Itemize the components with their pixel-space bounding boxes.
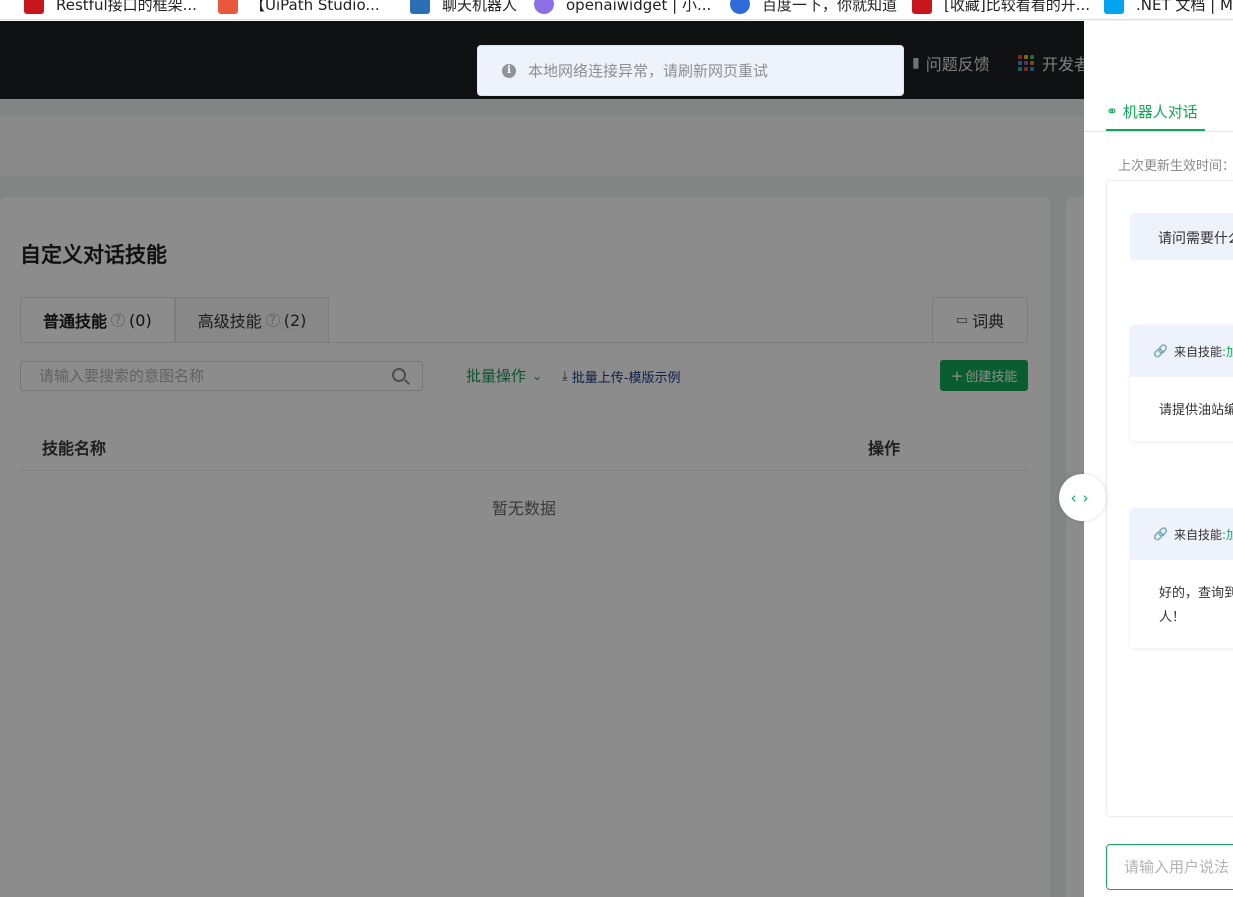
bookmark-item[interactable]: [收藏]比较看看的开...	[912, 0, 1090, 15]
bookmark-item[interactable]: .NET 文档 | Mi	[1104, 0, 1233, 15]
message-body: 好的，查询到 人！	[1159, 586, 1233, 625]
bookmark-item[interactable]: 【UiPath Studio...	[218, 0, 380, 15]
message-body: 请提供油站编	[1159, 403, 1233, 418]
link-icon: 🔗	[1153, 527, 1168, 541]
info-icon: i	[502, 63, 516, 78]
bookmark-favicon-icon	[1104, 0, 1124, 14]
utterance-input[interactable]	[1107, 845, 1233, 889]
bookmarks-bar: Restful接口的框架... 【UiPath Studio... 聊天机器人 …	[0, 0, 1233, 20]
link-icon: 🔗	[1153, 344, 1168, 358]
bookmark-item[interactable]: openaiwidget | 小...	[534, 0, 711, 15]
chat-window[interactable]: 请问需要什么 🔗 来自技能 :加 请提供油站编 🔗 来自技能 :加 好的，查询到…	[1106, 180, 1233, 817]
bookmark-favicon-icon	[730, 0, 750, 14]
drawer-toggle-button[interactable]: ‹›	[1059, 474, 1106, 521]
user-utterance-field	[1106, 844, 1233, 890]
chat-drawer: ⚭ 机器人对话 上次更新生效时间： 请问需要什么 🔗 来自技能 :加 请提供油站…	[1084, 21, 1233, 897]
modal-mask[interactable]	[0, 21, 1233, 897]
bookmark-favicon-icon	[218, 0, 238, 14]
last-update-time: 上次更新生效时间：	[1118, 159, 1233, 174]
message-source: 🔗 来自技能 :加	[1130, 325, 1233, 377]
tab-robot-chat[interactable]: ⚭ 机器人对话	[1106, 101, 1198, 122]
chevron-left-right-icon: ‹›	[1070, 488, 1095, 507]
bookmark-favicon-icon	[410, 0, 430, 14]
skill-message: 🔗 来自技能 :加 请提供油站编	[1130, 325, 1233, 441]
network-error-toast: i 本地网络连接异常，请刷新网页重试	[477, 45, 904, 96]
bookmark-item[interactable]: 百度一下，你就知道	[730, 0, 897, 15]
bot-message: 请问需要什么	[1130, 213, 1233, 260]
bookmark-favicon-icon	[24, 0, 44, 14]
bookmark-item[interactable]: 聊天机器人	[410, 0, 517, 15]
skill-message: 🔗 来自技能 :加 好的，查询到 人！	[1130, 508, 1233, 648]
bookmark-favicon-icon	[534, 0, 554, 14]
headset-icon: ⚭	[1106, 103, 1118, 120]
tab-divider	[1084, 131, 1233, 132]
bookmark-favicon-icon	[912, 0, 932, 14]
message-source: 🔗 来自技能 :加	[1130, 508, 1233, 560]
bookmark-item[interactable]: Restful接口的框架...	[24, 0, 197, 15]
